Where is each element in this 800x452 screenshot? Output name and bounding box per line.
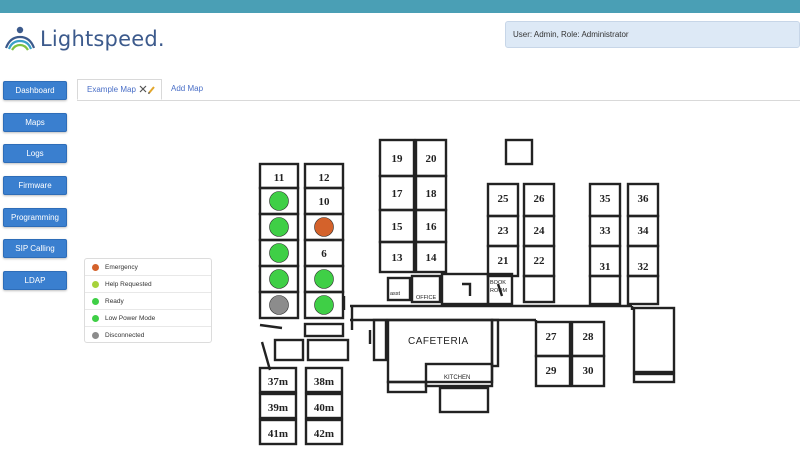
status-marker-ready[interactable] [269,243,289,263]
legend-item-help-requested: Help Requested [85,276,211,293]
book-label: BOOK [490,280,506,286]
legend-label: Disconnected [105,332,145,339]
room-33-label: 33 [600,225,612,237]
room-16-label: 16 [426,221,438,233]
room-6-label: 6 [321,248,327,260]
room-17-label: 17 [392,188,404,200]
nav-dashboard-button[interactable]: Dashboard [3,81,67,100]
sidebar-nav: Dashboard Maps Logs Firmware Programming… [3,81,67,303]
room-42m-label: 42m [314,428,334,440]
lightspeed-logo-icon [4,26,36,51]
map-tabs: Example Map Add Map [77,79,800,101]
room-31-label: 31 [600,261,611,273]
room-41m-label: 41m [268,428,288,440]
room-11-label: 11 [274,172,284,184]
nav-ldap-button[interactable]: LDAP [3,271,67,291]
legend-item-emergency: Emergency [85,259,211,276]
nav-firmware-button[interactable]: Firmware [3,176,67,196]
room-22-label: 22 [534,255,546,267]
status-marker-ready[interactable] [269,217,289,237]
help-requested-dot-icon [92,280,99,288]
room-21-label: 21 [498,255,509,267]
room-34-label: 34 [638,225,650,237]
legend-item-ready: Ready [85,293,211,310]
legend-item-disconnected: Disconnected [85,327,211,344]
status-marker-ready[interactable] [269,191,289,211]
status-marker-emergency[interactable] [314,217,334,237]
nav-maps-button[interactable]: Maps [3,112,67,132]
status-marker-ready[interactable] [314,269,334,289]
ready-dot-icon [92,297,99,305]
room-36-label: 36 [638,193,650,205]
status-marker-disconnected[interactable] [269,295,289,315]
room-24-label: 24 [534,225,546,237]
room-25-label: 25 [498,193,510,205]
office-label: OFFICE [416,295,436,301]
legend-label: Low Power Mode [105,314,156,322]
legend-item-low-power-mode: Low Power Mode [85,310,211,327]
brand-logo: Lightspeed. [4,24,165,54]
nav-programming-button[interactable]: Programming [3,207,67,227]
emergency-dot-icon [92,263,99,271]
tab-actions [139,83,157,103]
legend-label: Help Requested [105,280,152,288]
room-29-label: 29 [546,365,558,377]
top-bar [0,0,800,13]
tab-example-map-label: Example Map [87,85,136,94]
kitchen-label: KITCHEN [444,375,470,381]
disconnected-dot-icon [92,332,99,339]
status-legend: Emergency Help Requested Ready Low Power… [84,258,212,343]
room-32-label: 32 [638,261,650,273]
room-20-label: 20 [426,153,438,165]
status-marker-ready[interactable] [269,269,289,289]
tab-example-map[interactable]: Example Map [77,79,162,100]
room-30-label: 30 [583,365,595,377]
room-15-label: 15 [392,221,404,233]
room-26-label: 26 [534,193,546,205]
room-38m-label: 38m [314,376,334,388]
status-marker-ready[interactable] [314,295,334,315]
legend-label: Emergency [105,263,138,271]
room-18-label: 18 [426,188,438,200]
cafeteria-label: CAFETERIA [408,336,469,347]
nav-logs-button[interactable]: Logs [3,144,67,164]
room-14-label: 14 [426,252,438,264]
room-19-label: 19 [392,153,404,165]
nav-sip-calling-button[interactable]: SIP Calling [3,239,67,259]
close-icon[interactable] [139,85,147,93]
room-35-label: 35 [600,193,612,205]
asst-label: asst [390,291,401,297]
floor-plan-map: 11 12 10 6 19 20 17 18 15 16 13 14 25 26… [258,138,676,446]
room-40m-label: 40m [314,402,334,414]
room-23-label: 23 [498,225,510,237]
room-12-label: 12 [319,172,331,184]
room-13-label: 13 [392,252,404,264]
room-37m-label: 37m [268,376,288,388]
edit-pencil-icon[interactable] [147,86,155,95]
tab-add-map[interactable]: Add Map [171,79,203,100]
brand-name: Lightspeed. [40,27,165,51]
room-27-label: 27 [546,331,558,343]
legend-label: Ready [105,297,124,305]
room-10-label: 10 [319,196,331,208]
room-label: ROOM [490,288,508,294]
low-power-dot-icon [92,314,99,322]
room-28-label: 28 [583,331,595,343]
user-info-box: User: Admin, Role: Administrator [505,21,800,48]
room-39m-label: 39m [268,402,288,414]
